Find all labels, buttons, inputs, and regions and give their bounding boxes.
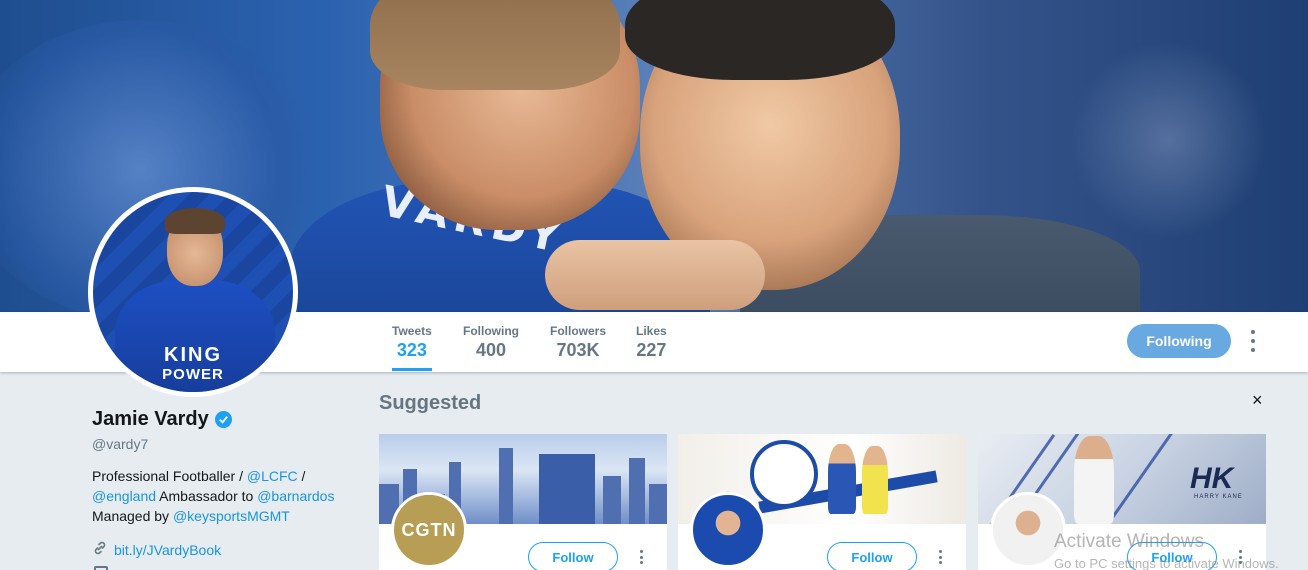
- more-options-icon[interactable]: [936, 550, 944, 564]
- stat-likes[interactable]: Likes 227: [636, 324, 667, 361]
- bio-link-barnardos[interactable]: @barnardos: [257, 488, 334, 504]
- stat-label: Likes: [636, 324, 667, 338]
- hk-logo-subtitle: HARRY KANE: [1194, 494, 1243, 500]
- profile-handle: @vardy7: [92, 436, 149, 452]
- stat-followers[interactable]: Followers 703K: [550, 324, 606, 361]
- club-crest-icon: [750, 440, 818, 508]
- stat-value: 323: [396, 340, 427, 360]
- avatar-shirt-text: KING: [164, 344, 222, 366]
- more-options-icon[interactable]: [1247, 330, 1259, 352]
- cgtn-logo: CGTN: [394, 495, 464, 565]
- windows-activation-watermark-detail: Go to PC settings to activate Windows.: [1054, 556, 1279, 570]
- bio-link-lcfc[interactable]: @LCFC: [247, 468, 298, 484]
- bio-text: /: [297, 468, 306, 484]
- stat-label: Tweets: [392, 324, 432, 338]
- stat-label: Following: [463, 324, 519, 338]
- bio-text: Managed by: [92, 508, 173, 524]
- stat-value: 703K: [556, 340, 600, 360]
- card-avatar[interactable]: CGTN: [391, 492, 467, 568]
- card-avatar[interactable]: [690, 492, 766, 568]
- bio-text: Professional Footballer /: [92, 468, 247, 484]
- profile-bio: Professional Footballer / @LCFC / @engla…: [92, 466, 352, 526]
- calendar-icon: [94, 566, 108, 570]
- follow-button[interactable]: Follow: [528, 542, 618, 570]
- stat-value: 400: [475, 340, 507, 360]
- close-icon[interactable]: ×: [1252, 390, 1263, 411]
- stat-label: Followers: [550, 324, 607, 338]
- more-options-icon[interactable]: [637, 550, 645, 564]
- following-button[interactable]: Following: [1127, 324, 1231, 358]
- website-link[interactable]: bit.ly/JVardyBook: [114, 542, 221, 558]
- profile-name[interactable]: Jamie Vardy: [92, 408, 209, 431]
- avatar[interactable]: KING POWER: [88, 187, 298, 397]
- follow-button[interactable]: Follow: [827, 542, 917, 570]
- stat-following[interactable]: Following 400: [463, 324, 519, 361]
- verified-badge-icon: [214, 411, 232, 428]
- bio-text: Ambassador to: [156, 488, 258, 504]
- stat-value: 227: [636, 340, 667, 360]
- link-icon: [92, 540, 108, 559]
- hk-logo: HK: [1190, 462, 1234, 495]
- profile-card: Jamie Vardy @vardy7 Professional Footbal…: [92, 408, 352, 559]
- stat-tweets[interactable]: Tweets 323: [392, 324, 432, 371]
- windows-activation-watermark: Activate Windows: [1054, 531, 1204, 552]
- suggested-card[interactable]: CGTN Follow: [379, 434, 667, 570]
- suggested-title: Suggested: [379, 392, 482, 414]
- avatar-shirt-text: POWER: [162, 366, 224, 383]
- bio-link-england[interactable]: @england: [92, 488, 156, 504]
- suggested-card[interactable]: Follow: [678, 434, 966, 570]
- bio-link-keysports[interactable]: @keysportsMGMT: [173, 508, 290, 524]
